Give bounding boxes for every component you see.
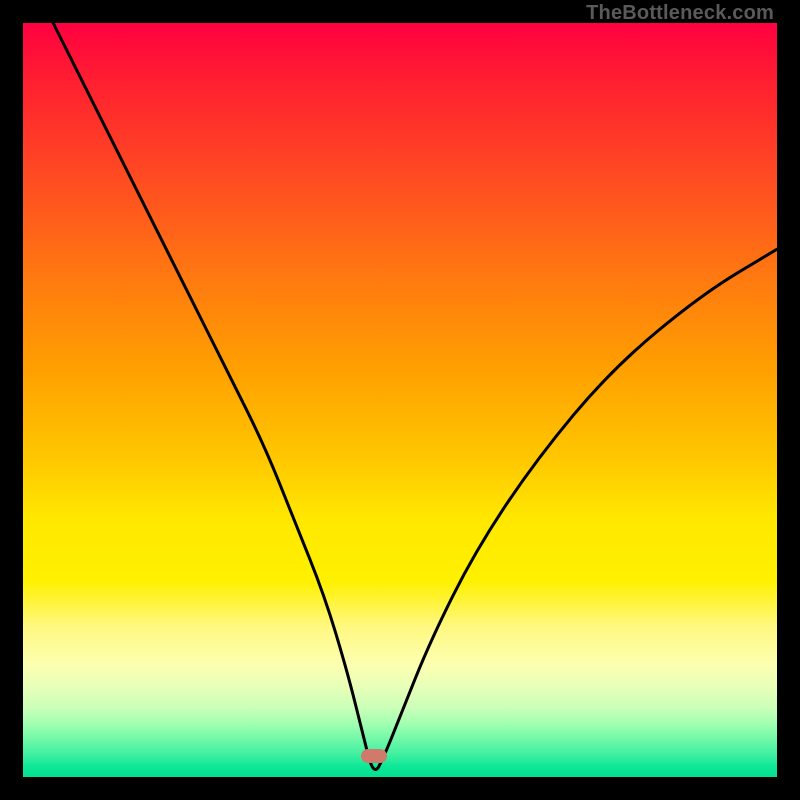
bottleneck-curve [23, 23, 777, 777]
plot-area [23, 23, 777, 777]
watermark-text: TheBottleneck.com [586, 2, 774, 25]
chart-frame: TheBottleneck.com [0, 0, 800, 800]
optimum-marker [361, 749, 387, 763]
